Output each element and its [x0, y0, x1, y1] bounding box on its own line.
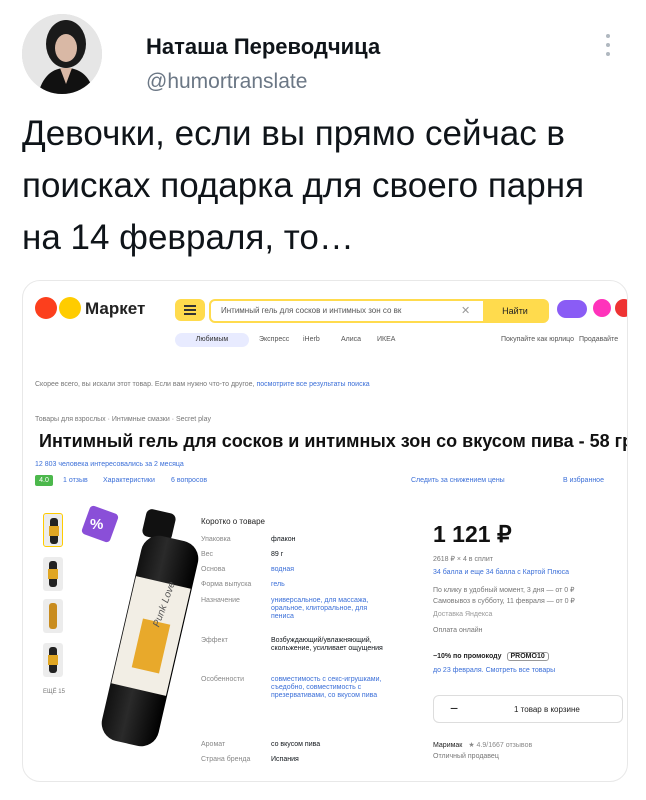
nav-item-iherb: iHerb — [303, 336, 320, 343]
nav-item-express: Экспресс — [259, 336, 290, 343]
spec-value: водная — [271, 566, 295, 573]
spec-key: Форма выпуска — [201, 581, 252, 588]
nav-item-ikea: ИКЕА — [377, 336, 396, 343]
author-handle[interactable]: @humortranslate — [146, 70, 307, 94]
spec-value: флакон — [271, 536, 296, 543]
all-results-link: посмотрите все результаты поиска — [256, 381, 370, 388]
spec-value: 89 г — [271, 551, 284, 558]
product-title: Интимный гель для сосков и интимных зон … — [39, 431, 628, 451]
clear-search-icon: ✕ — [461, 305, 471, 317]
delivery-courier: По клику в удобный момент, 3 дня — от 0 … — [433, 587, 575, 594]
spec-value: универсальное, для массажа, оральное, кл… — [271, 597, 369, 620]
tweet-header: Наташа Переводчица @humortranslate — [22, 14, 622, 94]
promo-line: −10% по промокоду PROMO10 — [433, 652, 549, 661]
spec-key: Эффект — [201, 637, 228, 644]
search-hint-text: Скорее всего, вы искали этот товар. Если… — [35, 381, 255, 388]
track-price-link: Следить за снижением цены — [411, 477, 505, 484]
price: 1 121 ₽ — [433, 521, 512, 547]
delivery-service: Доставка Яндекса — [433, 611, 493, 618]
search-bar: Интимный гель для сосков и интимных зон … — [209, 299, 549, 323]
user-icon — [593, 299, 611, 317]
promo-line-text: −10% по промокоду — [433, 653, 502, 660]
market-logo-text: Маркет — [85, 299, 146, 318]
avatar[interactable] — [22, 14, 102, 94]
product-thumbnail — [43, 513, 63, 547]
spec-key: Особенности — [201, 676, 244, 683]
spec-value: гель — [271, 581, 285, 588]
nav-item-alisa: Алиса — [341, 336, 362, 343]
favorites-badge: Любимым — [175, 333, 249, 347]
search-button: Найти — [483, 301, 547, 321]
seller-name: Маримак — [433, 742, 463, 749]
specs-link: Характеристики — [103, 477, 155, 484]
spec-key: Аромат — [201, 741, 226, 748]
specs-heading: Коротко о товаре — [201, 517, 265, 526]
more-photos-label: ЕЩЁ 15 — [43, 689, 65, 695]
spec-key: Назначение — [201, 597, 240, 604]
orders-icon — [615, 299, 627, 317]
interest-count: 12 803 человека интересовались за 2 меся… — [35, 461, 184, 468]
reviews-link: 1 отзыв — [63, 477, 88, 484]
spec-value: со вкусом пива — [271, 741, 321, 748]
spec-value: Испания — [271, 756, 299, 763]
cart-control: − 1 товар в корзине — [433, 695, 623, 723]
plus-badge-icon — [557, 300, 587, 318]
search-hint: Скорее всего, вы искали этот товар. Если… — [35, 381, 370, 388]
nav-item-legal: Покупайте как юрлицо — [501, 336, 574, 343]
delivery-pickup: Самовывоз в субботу, 11 февраля — от 0 ₽ — [433, 598, 575, 605]
seller-rating: ★ 4.9/1667 отзывов — [468, 742, 533, 749]
add-favorite-link: В избранное — [563, 477, 604, 484]
breadcrumb: Товары для взрослых · Интимные смазки · … — [35, 416, 212, 423]
questions-link: 6 вопросов — [171, 477, 208, 484]
split-offer: 2618 ₽ × 4 в сплит — [433, 556, 493, 563]
spec-value: совместимость с секс-игрушками, съедобно… — [271, 676, 382, 699]
nav-item-sell: Продавайте — [579, 336, 619, 343]
promo-code: PROMO10 — [506, 652, 549, 661]
spec-key: Страна бренда — [201, 756, 251, 763]
promo-badge-text: % — [90, 516, 104, 533]
rating-badge: 4.0 — [35, 475, 53, 486]
product-thumbnail — [43, 643, 63, 677]
search-query: Интимный гель для сосков и интимных зон … — [221, 306, 402, 315]
promo-until: до 23 февраля. Смотреть все товары — [433, 667, 556, 674]
payment-method: Оплата онлайн — [433, 627, 483, 634]
tweet-text: Девочки, если вы прямо сейчас в поисках … — [22, 114, 585, 257]
spec-key: Вес — [201, 551, 214, 558]
cart-minus-button: − — [450, 700, 459, 716]
spec-key: Основа — [201, 566, 226, 573]
author-name[interactable]: Наташа Переводчица — [146, 34, 380, 60]
spec-value: Возбуждающий/увлажняющий, скольжение, ус… — [271, 637, 383, 652]
cart-status: 1 товар в корзине — [514, 705, 580, 714]
seller-badge: Отличный продавец — [433, 753, 499, 760]
more-options-icon[interactable] — [606, 34, 612, 58]
product-thumbnail — [43, 557, 63, 591]
cashback: 34 балла и еще 34 балла с Картой Плюса — [433, 569, 570, 576]
market-screenshot: Маркет Интимный гель для сосков и интимн… — [22, 280, 628, 782]
product-thumbnail — [43, 599, 63, 633]
seller-line: Маримак ★ 4.9/1667 отзывов — [433, 741, 532, 749]
catalog-button — [175, 299, 205, 321]
spec-key: Упаковка — [201, 536, 231, 543]
